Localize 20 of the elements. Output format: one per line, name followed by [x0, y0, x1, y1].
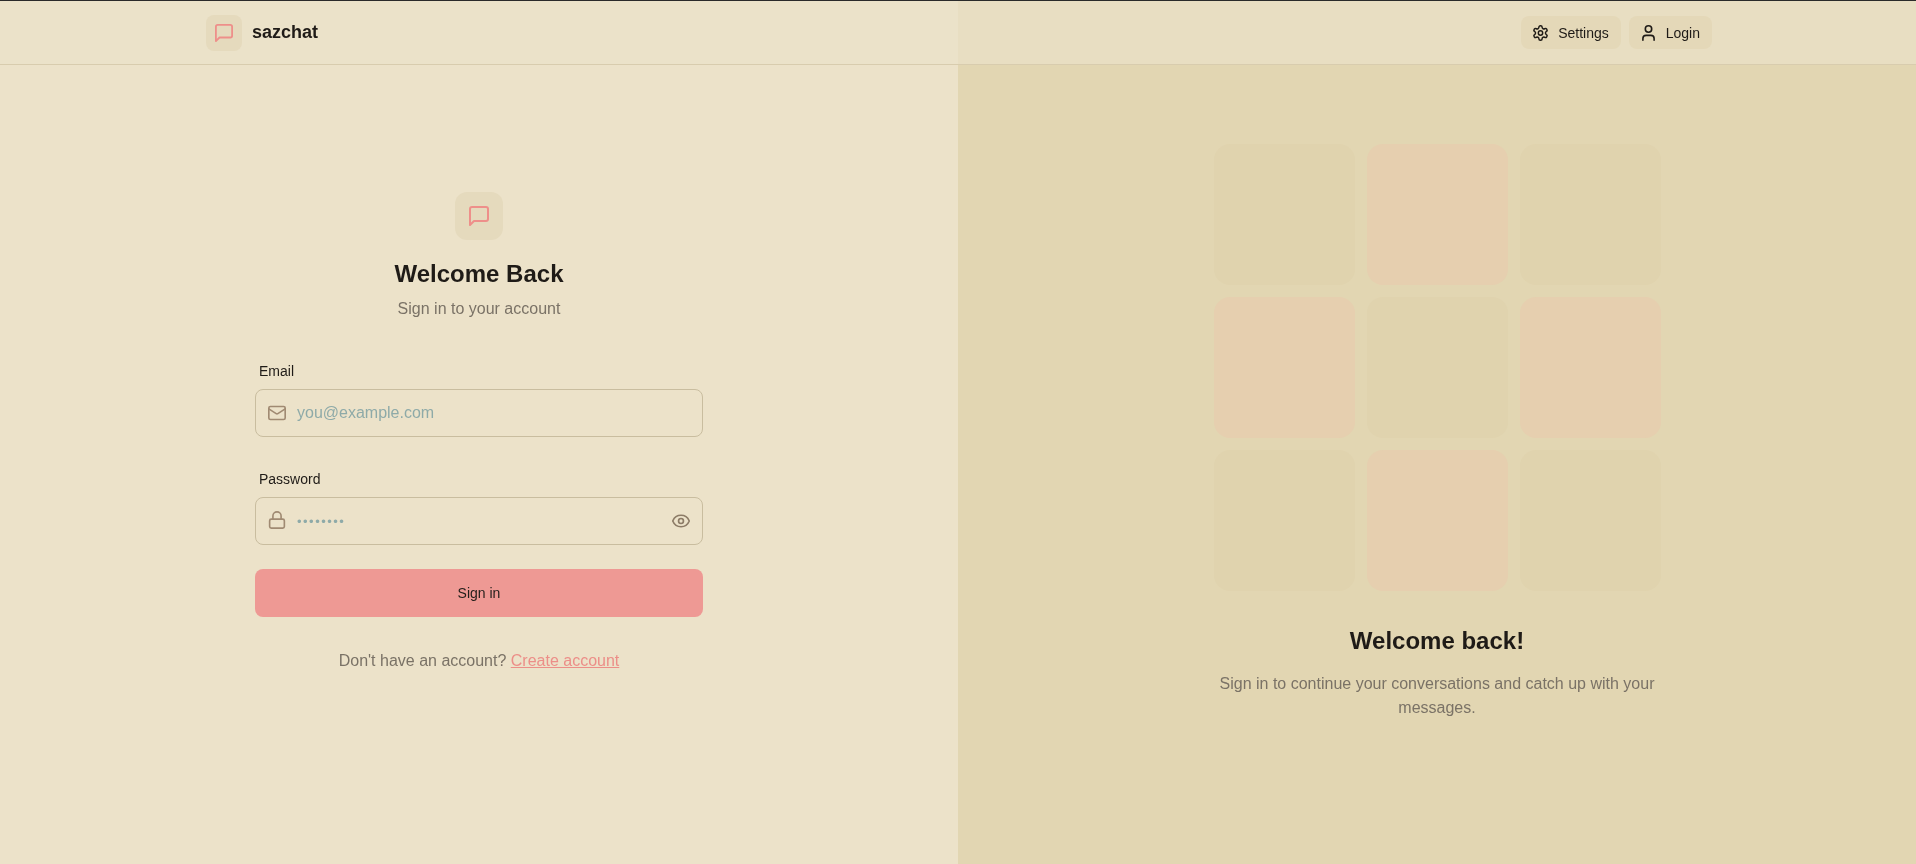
panel-description: Sign in to continue your conversations and catch up with your messages.	[1218, 674, 1656, 718]
form-subtitle: Sign in to your account	[397, 298, 561, 319]
chat-bubble-icon[interactable]	[206, 14, 242, 51]
form-title: Welcome Back	[394, 258, 564, 289]
chat-bubble-icon	[455, 191, 503, 240]
person-icon	[1640, 24, 1656, 41]
signup-prompt: Don't have an account? Create account	[338, 650, 620, 671]
panel-title: Welcome back!	[1349, 626, 1525, 656]
sign-in-button[interactable]: Sign in	[255, 568, 703, 617]
gear-icon	[1533, 24, 1549, 41]
brand-name[interactable]: sazchat	[252, 22, 319, 43]
field-label: Password	[259, 469, 321, 489]
lock-icon	[268, 510, 286, 529]
password-field[interactable]: ••••••••	[255, 496, 703, 545]
eye-icon[interactable]	[672, 513, 690, 528]
mail-icon	[268, 403, 286, 422]
settings-button[interactable]: Settings	[1521, 16, 1621, 49]
field-label: Email	[259, 361, 294, 381]
login-button[interactable]: Login	[1628, 16, 1712, 49]
email-field[interactable]: you@example.com	[255, 388, 703, 437]
